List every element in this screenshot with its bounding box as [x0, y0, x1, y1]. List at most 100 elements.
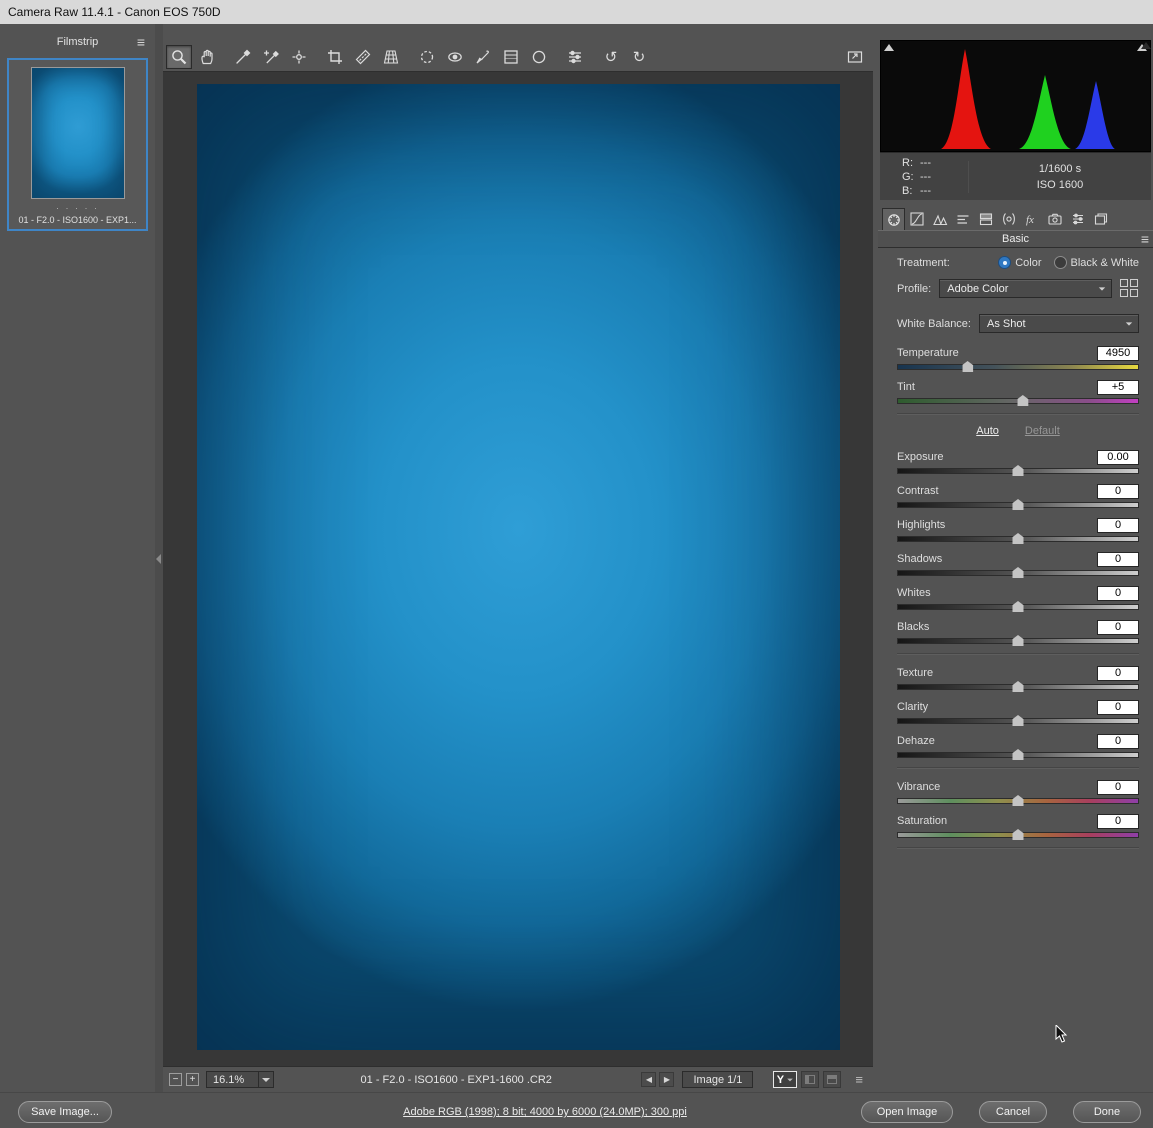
slider-thumb[interactable]: [1012, 829, 1024, 840]
slider-value-input[interactable]: [1097, 345, 1139, 361]
white-balance-tool[interactable]: [230, 45, 256, 69]
divider: [897, 767, 1139, 769]
slider-thumb[interactable]: [1012, 601, 1024, 612]
tab-basic[interactable]: [882, 208, 905, 230]
slider-thumb[interactable]: [1012, 533, 1024, 544]
tab-lens-corrections[interactable]: [997, 208, 1020, 230]
slider-track[interactable]: [897, 635, 1139, 646]
slider-thumb[interactable]: [1012, 715, 1024, 726]
slider-track[interactable]: [897, 795, 1139, 806]
slider-row-saturation: Saturation: [897, 813, 1139, 840]
preferences-tool[interactable]: [562, 45, 588, 69]
white-balance-dropdown[interactable]: As Shot: [978, 314, 1139, 333]
done-button[interactable]: Done: [1073, 1101, 1141, 1123]
treatment-color-radio[interactable]: [998, 256, 1012, 269]
preview-preferences-icon[interactable]: ≡: [855, 1072, 863, 1087]
hand-tool[interactable]: [194, 45, 220, 69]
zoom-in-button[interactable]: +: [186, 1073, 199, 1086]
slider-track[interactable]: [897, 395, 1139, 406]
radial-filter-tool[interactable]: [526, 45, 552, 69]
slider-value-input[interactable]: [1097, 585, 1139, 601]
slider-track[interactable]: [897, 829, 1139, 840]
before-after-left-right-button[interactable]: [801, 1071, 820, 1088]
slider-track[interactable]: [897, 465, 1139, 476]
spot-removal-tool[interactable]: [414, 45, 440, 69]
tab-split-toning[interactable]: [974, 208, 997, 230]
rating-dots[interactable]: · · · · ·: [9, 203, 146, 213]
tab-tone-curve[interactable]: [905, 208, 928, 230]
slider-thumb[interactable]: [1012, 465, 1024, 476]
slider-track[interactable]: [897, 361, 1139, 372]
slider-track[interactable]: [897, 567, 1139, 578]
slider-thumb[interactable]: [1012, 681, 1024, 692]
slider-value-input[interactable]: [1097, 551, 1139, 567]
zoom-out-button[interactable]: −: [169, 1073, 182, 1086]
filmstrip-thumbnail[interactable]: · · · · · 01 - F2.0 - ISO1600 - EXP1...: [7, 58, 148, 231]
slider-track[interactable]: [897, 681, 1139, 692]
zoom-tool[interactable]: [166, 44, 192, 69]
mouse-cursor: [1055, 1025, 1069, 1043]
profile-dropdown[interactable]: Adobe Color: [939, 279, 1112, 298]
photo-preview[interactable]: [196, 84, 840, 1050]
filmstrip-splitter[interactable]: [155, 24, 163, 1092]
slider-thumb[interactable]: [962, 361, 974, 372]
preview-mode-toggle[interactable]: Y: [773, 1071, 798, 1088]
crop-tool[interactable]: [322, 45, 348, 69]
save-image-button[interactable]: Save Image...: [18, 1101, 112, 1123]
targeted-adjustment-tool[interactable]: [286, 45, 312, 69]
slider-value-input[interactable]: [1097, 699, 1139, 715]
slider-value-input[interactable]: [1097, 619, 1139, 635]
default-link[interactable]: Default: [1025, 425, 1060, 437]
slider-thumb[interactable]: [1012, 635, 1024, 646]
slider-track[interactable]: [897, 499, 1139, 510]
tab-effects[interactable]: fx: [1020, 208, 1043, 230]
slider-value-input[interactable]: [1097, 813, 1139, 829]
tab-presets[interactable]: [1066, 208, 1089, 230]
rotate-left-tool[interactable]: ↺: [598, 45, 624, 69]
slider-track[interactable]: [897, 715, 1139, 726]
slider-value-input[interactable]: [1097, 517, 1139, 533]
slider-thumb[interactable]: [1012, 795, 1024, 806]
slider-track[interactable]: [897, 749, 1139, 760]
tab-hsl-adjustments[interactable]: [951, 208, 974, 230]
adjustment-brush-tool[interactable]: [470, 45, 496, 69]
scrollbar-up-icon[interactable]: [1141, 42, 1151, 49]
before-after-top-bottom-button[interactable]: [823, 1071, 842, 1088]
slider-value-input[interactable]: [1097, 449, 1139, 465]
rotate-right-tool[interactable]: ↻: [626, 45, 652, 69]
slider-value-input[interactable]: [1097, 665, 1139, 681]
color-sampler-tool[interactable]: [258, 45, 284, 69]
filmstrip-menu-icon[interactable]: ≡: [137, 35, 145, 49]
zoom-level-select[interactable]: 16.1%: [206, 1071, 274, 1088]
panel-menu-icon[interactable]: ≡: [1141, 232, 1149, 246]
tab-camera-calibration[interactable]: [1043, 208, 1066, 230]
auto-link[interactable]: Auto: [976, 425, 999, 437]
cancel-button[interactable]: Cancel: [979, 1101, 1047, 1123]
slider-value-input[interactable]: [1097, 779, 1139, 795]
tab-detail[interactable]: [928, 208, 951, 230]
straighten-tool[interactable]: [350, 45, 376, 69]
treatment-bw-label[interactable]: Black & White: [1071, 257, 1139, 269]
slider-thumb[interactable]: [1012, 567, 1024, 578]
red-eye-tool[interactable]: [442, 45, 468, 69]
shadow-clipping-icon[interactable]: [884, 44, 894, 51]
graduated-filter-tool[interactable]: [498, 45, 524, 69]
treatment-bw-radio[interactable]: [1053, 256, 1067, 269]
profile-browser-icon[interactable]: [1120, 279, 1139, 298]
tab-snapshots[interactable]: [1089, 208, 1112, 230]
workflow-options-link[interactable]: Adobe RGB (1998); 8 bit; 4000 by 6000 (2…: [403, 1106, 687, 1118]
slider-track[interactable]: [897, 601, 1139, 612]
slider-thumb[interactable]: [1017, 395, 1029, 406]
slider-thumb[interactable]: [1012, 749, 1024, 760]
previous-image-button[interactable]: ◀: [641, 1072, 657, 1087]
toggle-fullscreen-button[interactable]: [842, 45, 868, 69]
slider-track[interactable]: [897, 533, 1139, 544]
next-image-button[interactable]: ▶: [659, 1072, 675, 1087]
open-image-button[interactable]: Open Image: [861, 1101, 953, 1123]
slider-value-input[interactable]: [1097, 483, 1139, 499]
treatment-color-label[interactable]: Color: [1015, 257, 1041, 269]
slider-value-input[interactable]: [1097, 379, 1139, 395]
slider-value-input[interactable]: [1097, 733, 1139, 749]
transform-tool[interactable]: [378, 45, 404, 69]
slider-thumb[interactable]: [1012, 499, 1024, 510]
